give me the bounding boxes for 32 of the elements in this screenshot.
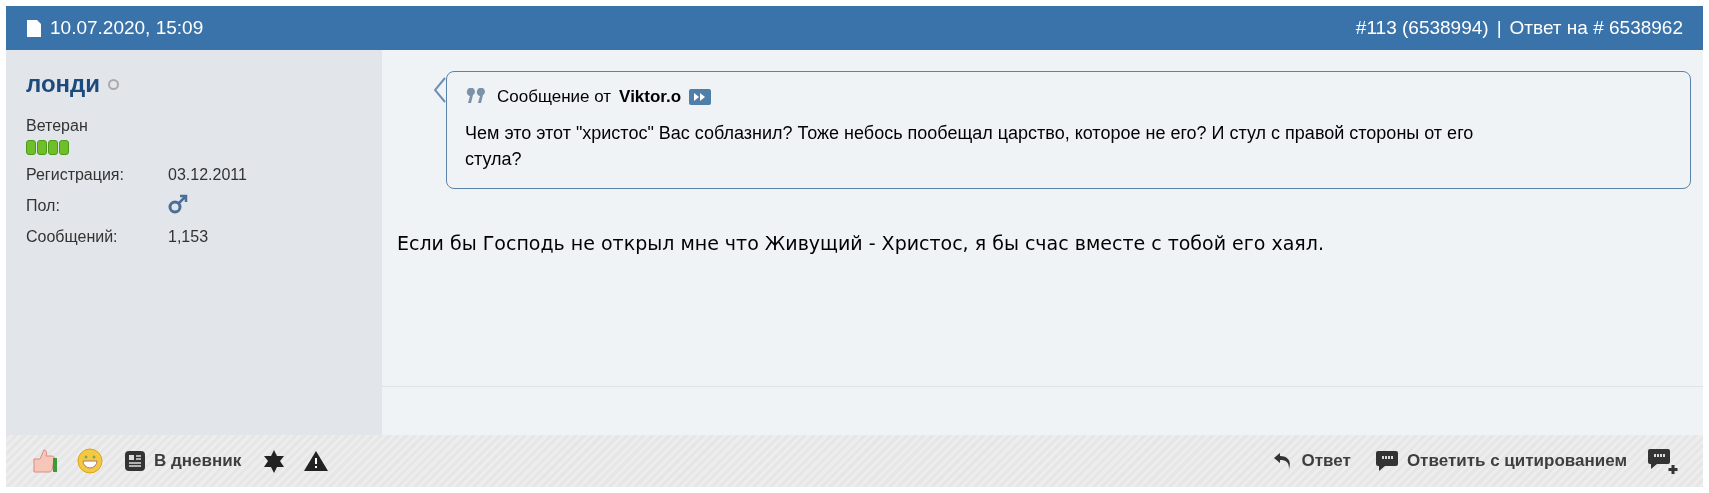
field-label: Сообщений: xyxy=(26,227,119,247)
quote-author-link[interactable]: Viktor.o xyxy=(619,84,682,110)
quote-text: Чем это этот "христос" Вас соблазнил? Тоже небось пообещал царство, которое не его? И стул с правой стороны от его стула? xyxy=(465,121,1475,171)
field-label: Регистрация: xyxy=(26,165,125,185)
reputation-bar xyxy=(48,140,58,155)
reply-button[interactable]: Ответ xyxy=(1259,441,1363,481)
quote-plus-icon[interactable] xyxy=(1647,447,1679,475)
jump-to-post-icon[interactable] xyxy=(689,88,712,105)
reputation-bar xyxy=(26,140,36,155)
username-link[interactable]: лонди xyxy=(26,66,101,102)
user-title: Ветеран xyxy=(26,116,89,136)
reputation-bar xyxy=(37,140,47,155)
post-date: 10.07.2020, 15:09 xyxy=(50,15,204,40)
diary-button[interactable]: В дневник xyxy=(112,441,254,481)
quote-bubble-icon xyxy=(1374,449,1399,473)
male-icon xyxy=(168,194,190,214)
quote-prefix: Сообщение от xyxy=(497,86,612,108)
thumbs-up-icon[interactable] xyxy=(30,447,60,475)
post-number-link[interactable]: #113 (6538994) xyxy=(1355,13,1489,43)
field-label: Пол: xyxy=(26,196,61,216)
smiley-icon[interactable] xyxy=(76,447,104,475)
message-text: Если бы Господь не открыл мне что Живущий - Христос, я бы счас вместе с тобой его хаял. xyxy=(397,230,1325,256)
reply-to-link[interactable]: Ответ на # 6538962 xyxy=(1509,13,1683,43)
newspaper-icon xyxy=(124,450,146,472)
separator: | xyxy=(1496,15,1502,40)
reputation-bar xyxy=(59,140,69,155)
chevron-icon xyxy=(434,77,446,103)
document-icon xyxy=(26,18,42,38)
quote-reply-button[interactable]: Ответить с цитированием xyxy=(1362,441,1639,481)
field-value: 1,153 xyxy=(168,227,209,247)
warning-icon[interactable] xyxy=(303,450,330,472)
field-value: 03.12.2011 xyxy=(168,165,247,185)
